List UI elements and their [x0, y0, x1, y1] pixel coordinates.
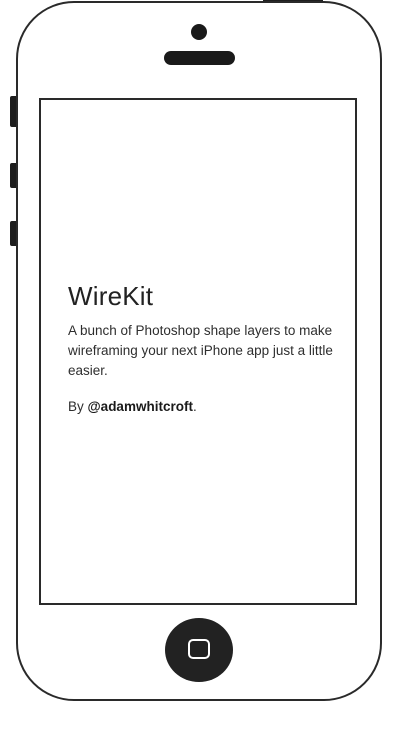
- home-square-icon: [188, 639, 210, 659]
- app-title: WireKit: [68, 281, 154, 311]
- author-handle-link[interactable]: @adamwhitcroft: [88, 399, 193, 414]
- camera-icon: [191, 24, 207, 40]
- wireframe-stage: WireKit A bunch of Photoshop shape layer…: [0, 0, 413, 743]
- author-byline: By @adamwhitcroft.: [68, 397, 338, 417]
- byline-suffix: .: [192, 399, 197, 414]
- byline-prefix: By: [68, 399, 88, 414]
- speaker-icon: [164, 51, 235, 65]
- home-button[interactable]: [165, 618, 233, 682]
- app-description: A bunch of Photoshop shape layers to mak…: [68, 323, 333, 378]
- screen-content: WireKit A bunch of Photoshop shape layer…: [68, 283, 338, 417]
- phone-screen: WireKit A bunch of Photoshop shape layer…: [39, 98, 357, 605]
